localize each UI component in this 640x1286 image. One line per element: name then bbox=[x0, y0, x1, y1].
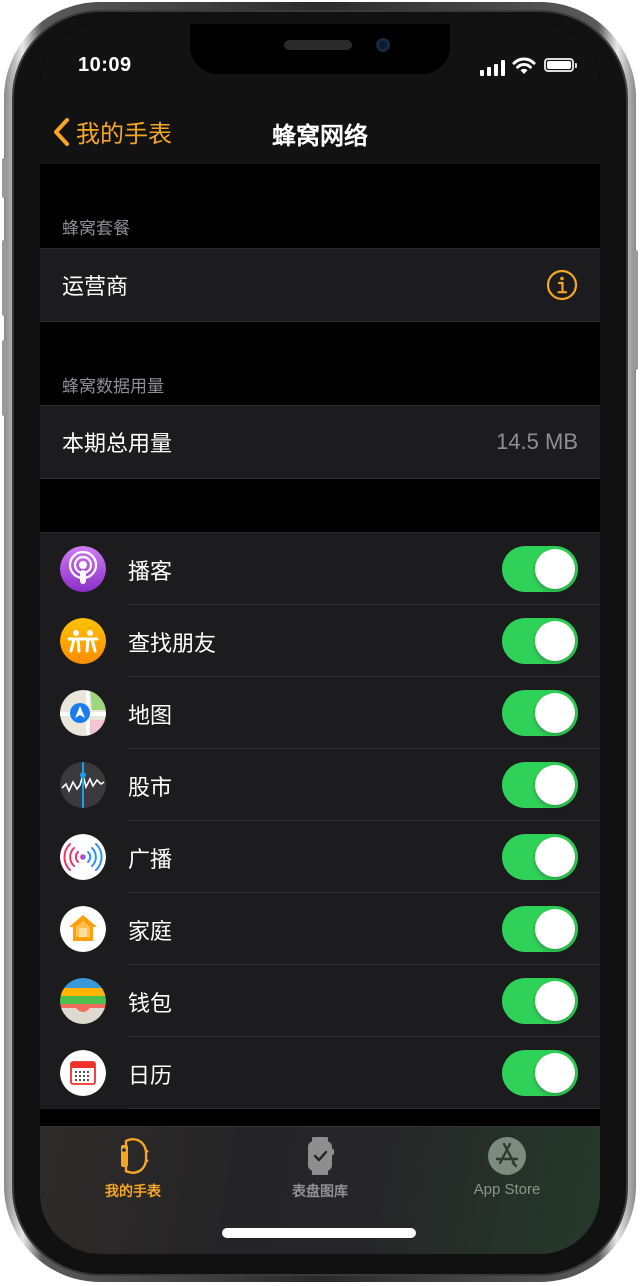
tab-my-watch[interactable]: 我的手表 bbox=[40, 1135, 226, 1201]
side-button-volume-down bbox=[2, 340, 6, 416]
app-label: 股市 bbox=[128, 776, 173, 801]
radio-toggle[interactable] bbox=[502, 834, 578, 880]
stocks-icon bbox=[60, 762, 106, 808]
section-header-plan: 蜂窝套餐 bbox=[62, 219, 130, 239]
usage-group: 本期总用量 14.5 MB bbox=[40, 405, 600, 479]
tab-bar: 我的手表 表盘图库 App Store bbox=[40, 1126, 600, 1254]
find-friends-icon bbox=[60, 618, 106, 664]
my-watch-icon bbox=[121, 1138, 149, 1174]
app-row-maps: 地图 bbox=[40, 677, 600, 749]
home-indicator[interactable] bbox=[222, 1228, 416, 1238]
battery-icon bbox=[544, 58, 577, 72]
tab-app-store[interactable]: App Store bbox=[414, 1135, 600, 1198]
app-label: 播客 bbox=[128, 560, 173, 585]
app-label: 钱包 bbox=[128, 992, 173, 1017]
tab-label: 表盘图库 bbox=[292, 1184, 348, 1200]
tab-face-gallery[interactable]: 表盘图库 bbox=[227, 1135, 413, 1201]
wallet-toggle[interactable] bbox=[502, 978, 578, 1024]
app-store-icon bbox=[488, 1137, 526, 1175]
app-row-stocks: 股市 bbox=[40, 749, 600, 821]
wifi-icon bbox=[512, 57, 536, 74]
carrier-cell[interactable]: 运营商 bbox=[40, 249, 600, 321]
home-toggle[interactable] bbox=[502, 906, 578, 952]
side-button-volume-up bbox=[2, 240, 6, 316]
wallet-icon bbox=[60, 978, 106, 1024]
find-friends-toggle[interactable] bbox=[502, 618, 578, 664]
podcasts-icon bbox=[60, 546, 106, 592]
app-label: 日历 bbox=[128, 1064, 173, 1089]
status-time: 10:09 bbox=[78, 54, 132, 76]
screen: 10:09 我的手表 蜂窝网络 蜂窝套餐 运营商 蜂窝数据用量 本期总用量 14… bbox=[40, 24, 600, 1254]
app-row-wallet: 钱包 bbox=[40, 965, 600, 1037]
tab-label: 我的手表 bbox=[105, 1184, 161, 1200]
section-header-data-usage: 蜂窝数据用量 bbox=[62, 377, 164, 397]
podcasts-toggle[interactable] bbox=[502, 546, 578, 592]
app-label: 地图 bbox=[128, 704, 173, 729]
side-button-silent bbox=[2, 158, 6, 198]
app-row-calendar: 日历 bbox=[40, 1037, 600, 1109]
maps-toggle[interactable] bbox=[502, 690, 578, 736]
current-period-cell: 本期总用量 14.5 MB bbox=[40, 406, 600, 478]
carrier-label: 运营商 bbox=[62, 275, 129, 300]
notch bbox=[190, 24, 450, 74]
page-title: 蜂窝网络 bbox=[272, 122, 368, 150]
face-gallery-icon bbox=[308, 1137, 334, 1175]
app-label: 广播 bbox=[128, 848, 173, 873]
tab-label: App Store bbox=[473, 1181, 541, 1198]
front-camera bbox=[376, 38, 390, 52]
side-button-power bbox=[634, 250, 638, 370]
calendar-icon bbox=[60, 1050, 106, 1096]
app-list: 播客 查找朋友 地图 股市 广播 家庭 钱包 日历 bbox=[40, 532, 600, 1109]
plan-group: 运营商 bbox=[40, 248, 600, 322]
info-icon[interactable] bbox=[546, 269, 578, 301]
app-row-podcasts: 播客 bbox=[40, 533, 600, 605]
home-icon bbox=[60, 906, 106, 952]
app-label: 查找朋友 bbox=[128, 632, 217, 657]
navigation-bar: 10:09 我的手表 蜂窝网络 bbox=[40, 24, 600, 164]
speaker bbox=[284, 40, 352, 50]
radio-icon bbox=[60, 834, 106, 880]
stocks-toggle[interactable] bbox=[502, 762, 578, 808]
app-row-find-friends: 查找朋友 bbox=[40, 605, 600, 677]
calendar-toggle[interactable] bbox=[502, 1050, 578, 1096]
current-period-value: 14.5 MB bbox=[496, 429, 578, 454]
app-row-radio: 广播 bbox=[40, 821, 600, 893]
app-row-home: 家庭 bbox=[40, 893, 600, 965]
app-label: 家庭 bbox=[128, 920, 173, 945]
current-period-label: 本期总用量 bbox=[62, 432, 173, 457]
maps-icon bbox=[60, 690, 106, 736]
cellular-signal-icon bbox=[480, 60, 506, 76]
